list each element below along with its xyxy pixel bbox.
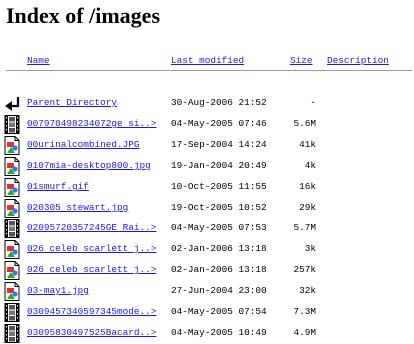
back-arrow-icon (5, 97, 20, 111)
file-link[interactable]: 0309457340597345mode..> (27, 306, 156, 318)
last-modified-cell: 17-Sep-2004 14:24 (171, 139, 267, 150)
last-modified-cell: 19-Oct-2005 10:52 (171, 202, 267, 213)
image-file-icon (4, 240, 20, 259)
list-item: 00urinalcombined.JPG 17-Sep-2004 14:24 4… (0, 135, 414, 156)
list-item: 0107mia-desktop800.jpg 19-Jan-2004 20:49… (0, 156, 414, 177)
image-file-icon (4, 136, 20, 155)
file-link[interactable]: 03095830497525Bacard..> (27, 327, 156, 339)
list-item: 026 celeb scarlett j..> 02-Jan-2006 13:1… (0, 239, 414, 260)
image-file-icon (4, 282, 20, 301)
directory-listing: Name Last modified Size Description Pare… (0, 0, 414, 343)
size-cell: 4.9M (293, 327, 316, 338)
list-item: 03095830497525Bacard..> 04-May-2005 10:4… (0, 323, 414, 344)
last-modified-cell: 04-May-2005 10:49 (171, 327, 267, 338)
list-item: 03-may1.jpg 27-Jun-2004 23:00 32k (0, 281, 414, 302)
parent-directory-link[interactable]: Parent Directory (27, 97, 117, 109)
sort-by-size-link[interactable]: Size (290, 55, 313, 67)
last-modified-cell: 04-May-2005 07:53 (171, 222, 267, 233)
image-file-icon (4, 199, 20, 218)
last-modified-cell: 27-Jun-2004 23:00 (171, 285, 267, 296)
sort-by-name-link[interactable]: Name (27, 55, 50, 67)
size-cell: 257k (293, 264, 316, 275)
sort-by-last-modified-link[interactable]: Last modified (171, 55, 244, 67)
sort-by-description-link[interactable]: Description (327, 55, 389, 67)
size-cell: 4k (304, 160, 316, 171)
list-item: 0309457340597345mode..> 04-May-2005 07:5… (0, 302, 414, 323)
list-item: 02095720357245GE Rai..> 04-May-2005 07:5… (0, 218, 414, 239)
file-link[interactable]: 0107mia-desktop800.jpg (27, 160, 151, 172)
last-modified-cell: 02-Jan-2006 13:18 (171, 243, 267, 254)
size-cell: 3k (304, 243, 316, 254)
list-item: 007970498234072ge si..> 04-May-2005 07:4… (0, 114, 414, 135)
movie-file-icon (4, 219, 20, 238)
last-modified-cell: 10-Oct-2005 11:55 (171, 181, 267, 192)
file-link[interactable]: 026 celeb scarlett j..> (27, 264, 156, 276)
file-link[interactable]: 01smurf.gif (27, 181, 89, 193)
image-file-icon (4, 157, 20, 176)
size-cell: 32k (299, 285, 316, 296)
file-link[interactable]: 026 celeb scarlett j..> (27, 243, 156, 255)
file-link[interactable]: 02095720357245GE Rai..> (27, 222, 156, 234)
last-modified-cell: 04-May-2005 07:46 (171, 118, 267, 129)
movie-file-icon (4, 303, 20, 322)
image-file-icon (4, 178, 20, 197)
file-link[interactable]: 03-may1.jpg (27, 285, 89, 297)
list-item: 026 celeb scarlett j..> 02-Jan-2006 13:1… (0, 260, 414, 281)
size-cell: 16k (299, 181, 316, 192)
size-cell: 5.7M (293, 222, 316, 233)
image-file-icon (4, 261, 20, 280)
file-link[interactable]: 007970498234072ge si..> (27, 118, 156, 130)
list-item: Parent Directory 30-Aug-2006 21:52 - (0, 93, 414, 114)
last-modified-cell: 04-May-2005 07:54 (171, 306, 267, 317)
last-modified-cell: 30-Aug-2006 21:52 (171, 97, 267, 108)
size-cell: 5.6M (293, 118, 316, 129)
header-divider (6, 70, 412, 71)
size-cell: - (310, 97, 316, 108)
movie-file-icon (4, 324, 20, 343)
size-cell: 29k (299, 202, 316, 213)
list-item: 020305 stewart.jpg 19-Oct-2005 10:52 29k (0, 198, 414, 219)
file-link[interactable]: 020305 stewart.jpg (27, 202, 128, 214)
list-item: 01smurf.gif 10-Oct-2005 11:55 16k (0, 177, 414, 198)
file-link[interactable]: 00urinalcombined.JPG (27, 139, 140, 151)
last-modified-cell: 02-Jan-2006 13:18 (171, 264, 267, 275)
size-cell: 7.3M (293, 306, 316, 317)
size-cell: 41k (299, 139, 316, 150)
last-modified-cell: 19-Jan-2004 20:49 (171, 160, 267, 171)
movie-file-icon (4, 115, 20, 134)
